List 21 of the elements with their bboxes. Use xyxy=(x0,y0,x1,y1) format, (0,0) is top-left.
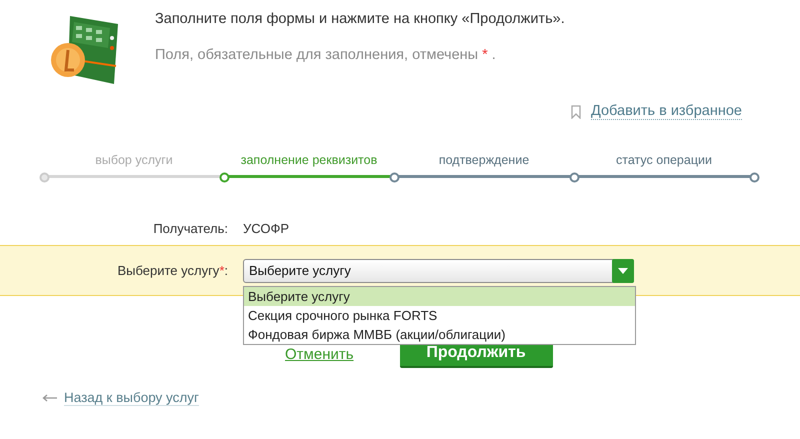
step-label: выбор услуги xyxy=(95,153,173,169)
step-node-icon xyxy=(39,172,50,183)
recipient-label: Получатель: xyxy=(152,221,228,236)
step-node-icon xyxy=(219,172,230,183)
add-to-favorites-link[interactable]: Добавить в избранное xyxy=(590,103,742,120)
recipient-value: УСОФР xyxy=(243,221,290,236)
cancel-link[interactable]: Отменить xyxy=(285,346,354,362)
step-label: статус операции xyxy=(616,153,712,169)
dropdown-option[interactable]: Выберите услугу xyxy=(244,286,635,306)
step-node-icon xyxy=(569,172,580,183)
back-arrow-icon xyxy=(42,394,58,402)
back-to-services-link[interactable]: Назад к выбору услуг xyxy=(64,390,199,406)
step-label: подтверждение xyxy=(438,153,530,169)
instruction-text: Заполните поля формы и нажмите на кнопку «Продолжить». xyxy=(155,11,565,27)
step-label: заполнение реквизитов xyxy=(240,153,378,169)
bookmark-icon xyxy=(570,104,581,118)
required-fields-note: Поля, обязательные для заполнения, отмечены * . xyxy=(155,47,497,63)
dropdown-option[interactable]: Секция срочного рынка FORTS xyxy=(244,306,635,324)
step-node-icon xyxy=(749,172,760,183)
service-label: Выберите услугу*: xyxy=(116,263,228,278)
step-node-icon xyxy=(389,172,400,183)
